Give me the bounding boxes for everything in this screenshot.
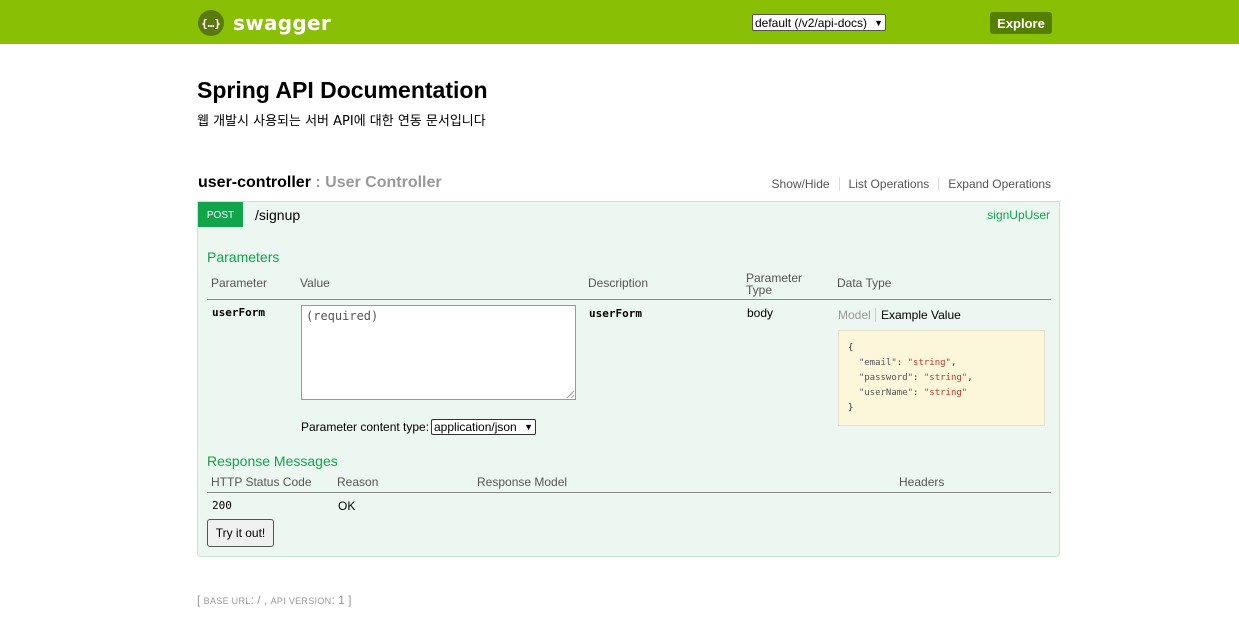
response-header-model: Response Model <box>477 475 568 489</box>
example-value-tab[interactable]: Example Value <box>881 308 961 322</box>
param-header-type-line2: Type <box>746 283 773 297</box>
swagger-logo-icon: {…} <box>198 10 224 36</box>
chevron-down-icon: ▼ <box>524 422 533 432</box>
json-close-brace: } <box>848 403 854 413</box>
json-value: "string" <box>923 388 968 398</box>
model-tab[interactable]: Model <box>838 308 876 322</box>
controller-heading[interactable]: user-controller : User Controller <box>198 174 442 192</box>
content-type-value: application/json <box>434 420 517 434</box>
content-type-label: Parameter content type: <box>301 420 430 434</box>
example-value-snippet[interactable]: { "email": "string", "password": "string… <box>838 330 1045 426</box>
explore-button[interactable]: Explore <box>990 12 1052 34</box>
response-header-reason: Reason <box>337 475 379 489</box>
try-it-out-button[interactable]: Try it out! <box>207 519 274 547</box>
show-hide-link[interactable]: Show/Hide <box>763 177 840 191</box>
operation-nickname[interactable]: signUpUser <box>987 208 1050 222</box>
param-header-data-type: Data Type <box>837 276 892 290</box>
page-title: Spring API Documentation <box>197 77 488 103</box>
controller-separator: : <box>310 174 326 191</box>
controller-name[interactable]: user-controller <box>198 174 311 191</box>
list-operations-link[interactable]: List Operations <box>840 177 940 191</box>
param-value-placeholder: (required) <box>306 309 379 323</box>
param-header-divider <box>207 299 1051 300</box>
swagger-logo[interactable]: {…} swagger <box>198 10 331 36</box>
response-header-headers: Headers <box>899 475 945 489</box>
param-value-textarea[interactable]: (required) <box>301 305 576 400</box>
json-value: "string" <box>923 373 968 383</box>
footer-open-bracket: [ <box>197 593 204 607</box>
operation-header[interactable]: POST /signup signUpUser <box>197 201 1060 228</box>
json-key: "userName" <box>858 388 914 398</box>
json-value: "string" <box>907 358 951 368</box>
http-method-badge[interactable]: POST <box>198 202 243 228</box>
api-version-label: API VERSION <box>270 596 332 606</box>
param-header-value: Value <box>300 276 330 290</box>
param-header-type: Parameter Type <box>746 272 802 296</box>
chevron-down-icon: ▼ <box>874 17 883 28</box>
param-description: userForm <box>589 307 642 320</box>
api-version-value: : 1 <box>331 593 349 607</box>
expand-operations-link[interactable]: Expand Operations <box>939 177 1051 191</box>
base-url-value: : / , <box>250 593 271 607</box>
response-reason: OK <box>338 499 356 513</box>
resize-grip-icon[interactable] <box>567 391 574 398</box>
response-header-status: HTTP Status Code <box>211 475 312 489</box>
param-header-description: Description <box>588 276 649 290</box>
operation-path[interactable]: /signup <box>255 207 300 223</box>
footer-info: [ BASE URL: / , API VERSION: 1 ] <box>197 593 351 607</box>
base-url-label: BASE URL <box>203 596 251 606</box>
response-messages-title: Response Messages <box>207 453 338 469</box>
api-spec-select[interactable]: default (/v2/api-docs) ▼ <box>752 14 886 31</box>
param-name: userForm <box>212 306 265 319</box>
param-type: body <box>747 306 774 320</box>
page-description: 웹 개발시 사용되는 서버 API에 대한 연동 문서입니다 <box>197 114 486 129</box>
response-status-code: 200 <box>212 499 232 512</box>
param-header-parameter: Parameter <box>211 276 268 290</box>
controller-description: User Controller <box>325 174 442 191</box>
top-header: {…} swagger default (/v2/api-docs) ▼ Exp… <box>0 0 1239 44</box>
json-open-brace: { <box>848 343 854 353</box>
parameters-title: Parameters <box>207 249 280 265</box>
swagger-logo-text: swagger <box>233 11 332 35</box>
content-type-select[interactable]: application/json ▼ <box>431 419 536 435</box>
api-spec-select-value: default (/v2/api-docs) <box>755 15 868 30</box>
controller-actions: Show/Hide List Operations Expand Operati… <box>763 177 1051 191</box>
json-key: "password" <box>858 373 914 383</box>
response-header-divider <box>207 492 1051 493</box>
json-key: "email" <box>858 358 897 368</box>
footer-close-bracket: ] <box>348 593 352 607</box>
